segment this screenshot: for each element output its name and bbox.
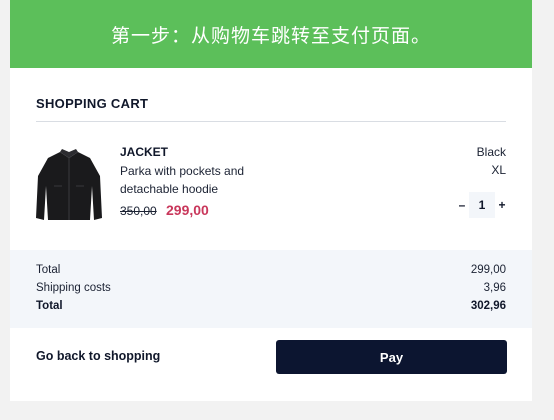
cart-title: SHOPPING CART bbox=[36, 96, 149, 111]
instruction-banner: 第一步：从购物车跳转至支付页面。 bbox=[10, 0, 532, 68]
original-price: 350,00 bbox=[120, 204, 157, 218]
order-summary: Total 299,00 Shipping costs 3,96 Total 3… bbox=[10, 250, 532, 328]
summary-row-grand-total: Total 302,96 bbox=[36, 300, 506, 312]
total-value: 299,00 bbox=[470, 264, 506, 276]
pay-button[interactable]: Pay bbox=[276, 340, 507, 374]
variant-size: XL bbox=[491, 163, 506, 177]
shopping-cart-card: SHOPPING CART JACKET Parka with pockets … bbox=[10, 68, 532, 401]
decrement-button[interactable]: – bbox=[456, 198, 468, 212]
shipping-label: Shipping costs bbox=[36, 282, 111, 294]
summary-row-shipping: Shipping costs 3,96 bbox=[36, 282, 506, 294]
product-description: Parka with pockets and detachable hoodie bbox=[120, 164, 245, 196]
divider bbox=[36, 121, 506, 122]
variant-color: Black bbox=[476, 145, 506, 159]
product-name[interactable]: JACKET bbox=[120, 145, 168, 159]
banner-text: 第一步：从购物车跳转至支付页面。 bbox=[110, 24, 431, 47]
back-to-shopping-link[interactable]: Go back to shopping bbox=[36, 349, 160, 363]
quantity-stepper: – 1 + bbox=[456, 192, 508, 218]
increment-button[interactable]: + bbox=[496, 198, 508, 212]
jacket-image bbox=[36, 149, 102, 220]
grand-total-label: Total bbox=[36, 300, 63, 312]
shipping-value: 3,96 bbox=[483, 282, 506, 294]
sale-price: 299,00 bbox=[166, 202, 209, 218]
quantity-value[interactable]: 1 bbox=[469, 192, 495, 218]
total-label: Total bbox=[36, 264, 61, 276]
grand-total-value: 302,96 bbox=[470, 300, 506, 312]
summary-row-total: Total 299,00 bbox=[36, 264, 506, 276]
